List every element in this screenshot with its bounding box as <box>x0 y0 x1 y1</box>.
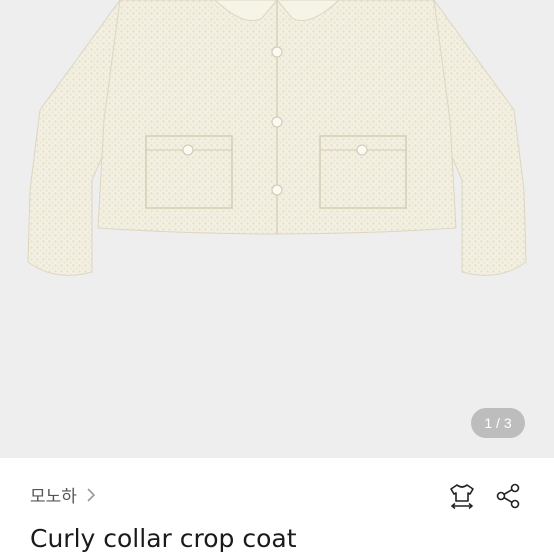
product-image[interactable] <box>0 0 554 458</box>
shop-name[interactable]: 모노하 <box>30 482 77 507</box>
share-icon <box>496 483 520 509</box>
share-button[interactable] <box>492 480 524 512</box>
product-title: Curly collar crop coat <box>30 524 297 553</box>
tshirt-size-icon <box>450 484 474 510</box>
shop-link[interactable]: 모노하 <box>30 482 97 507</box>
chevron-right-icon <box>87 487 96 502</box>
product-info: 모노하 Curly collar crop coat <box>0 458 554 554</box>
size-guide-button[interactable] <box>446 480 478 512</box>
product-image-gallery[interactable]: 1 / 3 <box>0 0 554 458</box>
image-counter: 1 / 3 <box>471 408 525 438</box>
product-actions <box>446 480 524 512</box>
